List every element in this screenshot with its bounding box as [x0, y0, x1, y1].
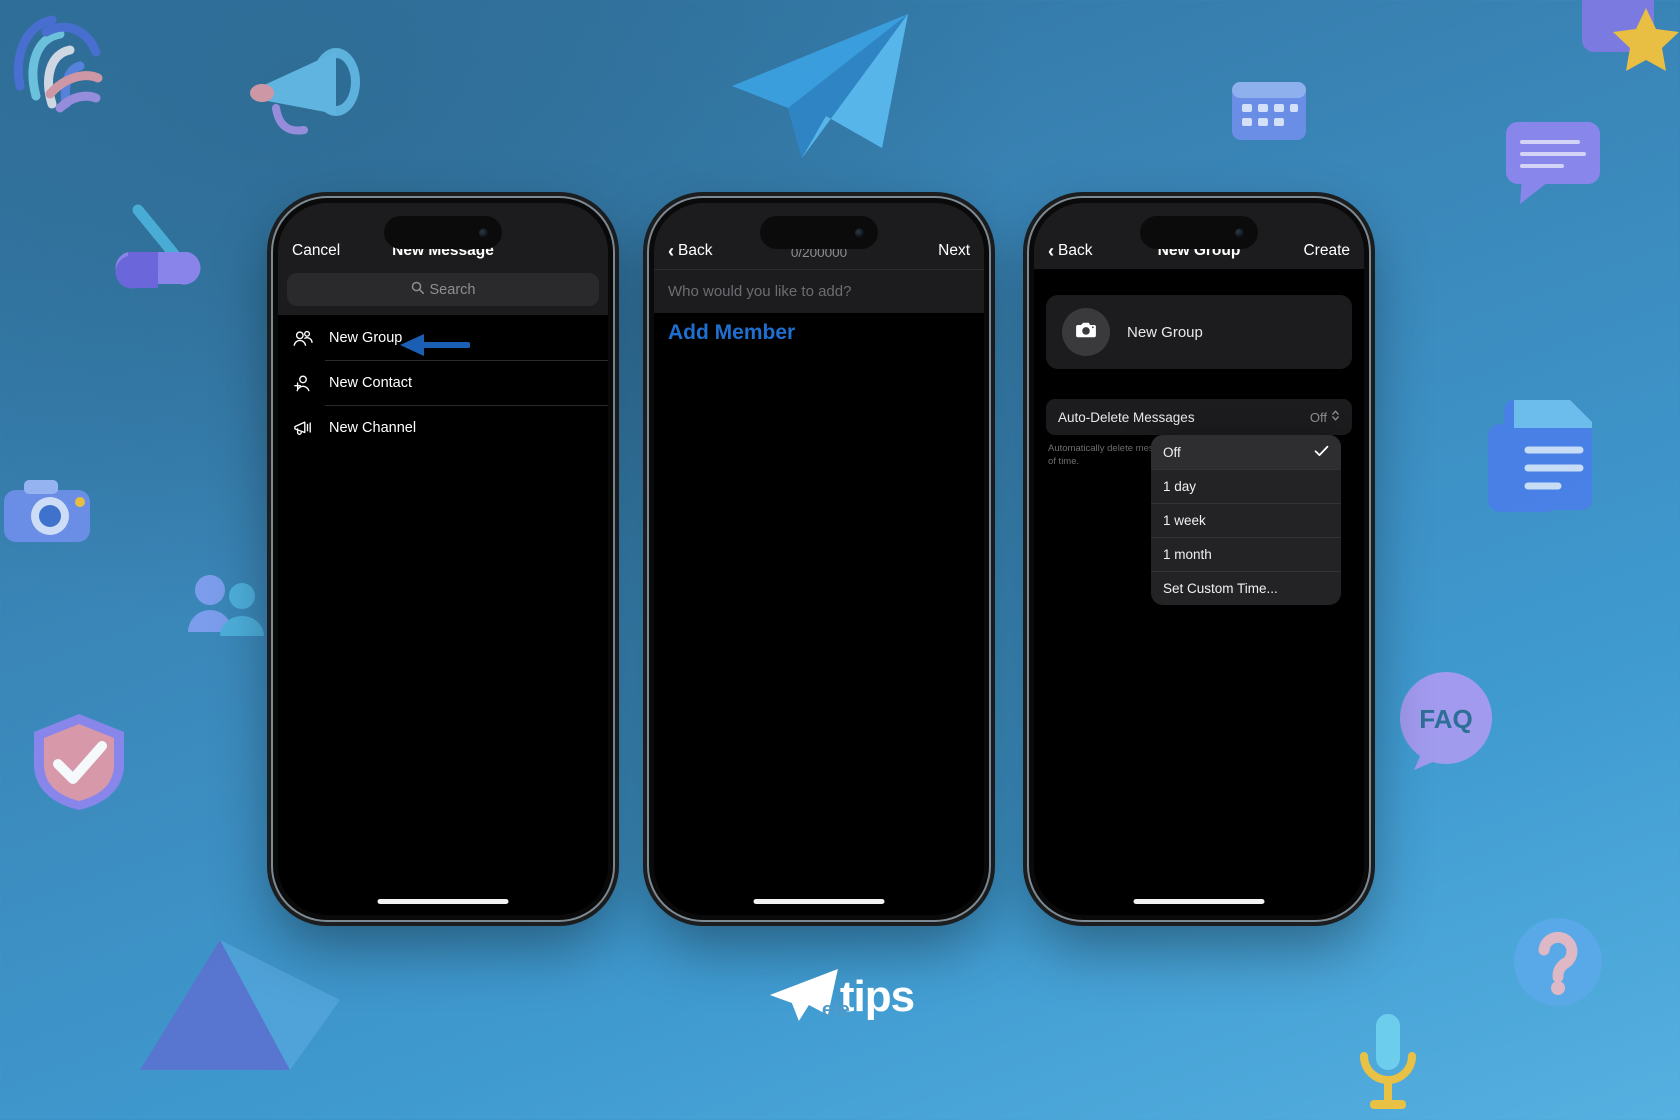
auto-delete-messages-row[interactable]: Auto-Delete Messages Off: [1046, 399, 1352, 435]
dropdown-item-off[interactable]: Off: [1151, 435, 1341, 469]
dropdown-item-1-week[interactable]: 1 week: [1151, 503, 1341, 537]
microphone-icon: [1348, 1012, 1428, 1120]
person-add-icon: [291, 374, 315, 392]
arrow-annotation: [398, 332, 471, 363]
next-label: Next: [938, 242, 970, 259]
search-input[interactable]: Search: [287, 273, 599, 306]
add-member-heading: Add Member: [668, 321, 796, 344]
dynamic-island: [384, 216, 502, 249]
back-label: Back: [1058, 242, 1093, 259]
group-name-card[interactable]: New Group: [1046, 295, 1352, 369]
next-button[interactable]: Next: [938, 242, 970, 260]
group-avatar-button[interactable]: [1062, 308, 1110, 356]
list-item-label: New Group: [329, 329, 403, 346]
phone2-screen: ‹ Back 0/200000 Next Who would you like …: [654, 203, 984, 915]
home-indicator: [753, 899, 885, 904]
phone-add-member: ‹ Back 0/200000 Next Who would you like …: [649, 198, 989, 920]
phone-new-group: ‹ Back New Group Create New Group Auto-D…: [1029, 198, 1369, 920]
svg-text:FAQ: FAQ: [1419, 704, 1472, 734]
dropdown-item-1-day[interactable]: 1 day: [1151, 469, 1341, 503]
faq-bubble-icon: FAQ: [1394, 670, 1502, 774]
create-label: Create: [1303, 242, 1350, 259]
dropdown-item-label: Set Custom Time...: [1163, 581, 1278, 596]
home-indicator: [1133, 899, 1265, 904]
calendar-icon: [1228, 72, 1310, 144]
search-placeholder: Search: [429, 281, 476, 298]
back-button[interactable]: ‹ Back: [668, 242, 712, 260]
checkmark-icon: [1314, 444, 1329, 460]
group-name-value: New Group: [1127, 323, 1203, 341]
camera-icon: [1075, 321, 1097, 344]
mortar-pestle-icon: [112, 200, 204, 294]
people-group-icon: [291, 329, 315, 347]
chat-bubble-icon: [1500, 118, 1610, 210]
brand-logo: ele tips: [766, 965, 915, 1028]
shield-check-icon: [28, 710, 130, 814]
add-member-input[interactable]: Who would you like to add?: [654, 269, 984, 313]
phone1-screen: Cancel New Message Search New Group New …: [278, 203, 608, 915]
document-icon: [1484, 388, 1604, 516]
dropdown-item-1-month[interactable]: 1 month: [1151, 537, 1341, 571]
dropdown-item-label: 1 day: [1163, 479, 1197, 494]
home-indicator: [377, 899, 509, 904]
dynamic-island: [760, 216, 878, 249]
logo-ele-text: ele: [821, 999, 850, 1021]
cancel-label: Cancel: [292, 242, 341, 259]
phone3-screen: ‹ Back New Group Create New Group Auto-D…: [1034, 203, 1364, 915]
camera-icon: [0, 468, 100, 558]
paper-plane-icon: ele: [766, 965, 850, 1028]
paper-plane-icon: [722, 8, 912, 188]
create-button[interactable]: Create: [1303, 242, 1350, 260]
add-member-placeholder: Who would you like to add?: [668, 283, 852, 300]
question-mark-icon: [1506, 910, 1610, 1028]
wallpaper: FAQ Cancel New Message Search New Group …: [0, 0, 1680, 1120]
logo-tips-text: tips: [839, 971, 915, 1021]
search-bar-container: Search: [278, 269, 608, 315]
dynamic-island: [1140, 216, 1258, 249]
search-icon: [411, 281, 424, 298]
fingerprint-icon: [8, 8, 103, 118]
phone-new-message: Cancel New Message Search New Group New …: [273, 198, 613, 920]
auto-delete-dropdown: Off 1 day 1 week 1 month Set Custom Time…: [1151, 435, 1341, 605]
triangle-icon: [130, 930, 350, 1080]
back-label: Back: [678, 242, 713, 259]
dropdown-item-set-custom-time[interactable]: Set Custom Time...: [1151, 571, 1341, 605]
chevron-left-icon: ‹: [668, 241, 674, 261]
cancel-button[interactable]: Cancel: [292, 242, 340, 260]
people-icon: [186, 570, 268, 642]
dropdown-item-label: Off: [1163, 444, 1181, 460]
dropdown-item-label: 1 month: [1163, 547, 1212, 562]
star-badge-icon: [1582, 0, 1680, 80]
auto-delete-label: Auto-Delete Messages: [1058, 409, 1195, 425]
chevron-left-icon: ‹: [1048, 241, 1054, 261]
megaphone-icon: [291, 419, 315, 437]
dropdown-item-label: 1 week: [1163, 513, 1206, 528]
back-button[interactable]: ‹ Back: [1048, 242, 1092, 260]
chevron-up-down-icon: [1331, 409, 1340, 425]
list-item-label: New Channel: [329, 419, 417, 436]
megaphone-icon: [232, 42, 364, 142]
auto-delete-value-group[interactable]: Off: [1310, 409, 1340, 425]
list-item-new-contact[interactable]: New Contact: [278, 360, 608, 405]
list-item-label: New Contact: [329, 374, 413, 391]
list-item-new-channel[interactable]: New Channel: [278, 405, 608, 450]
auto-delete-value: Off: [1309, 409, 1327, 425]
